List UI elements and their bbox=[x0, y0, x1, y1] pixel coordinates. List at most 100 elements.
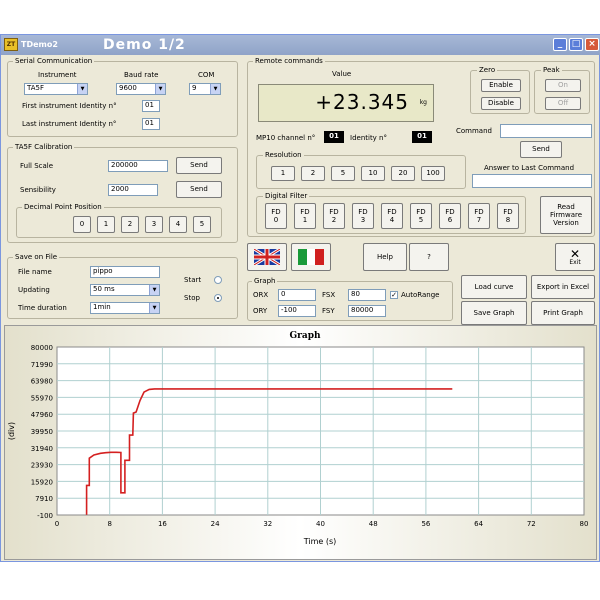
baud-rate-label: Baud rate bbox=[124, 71, 159, 79]
sensibility-input[interactable]: 2000 bbox=[108, 184, 158, 196]
close-button[interactable]: × bbox=[585, 38, 599, 51]
filter-button-fd8[interactable]: FD 8 bbox=[497, 203, 519, 229]
mp10-channel-value: 01 bbox=[324, 131, 344, 143]
x-tick-label: 24 bbox=[211, 520, 220, 528]
resolution-button-2[interactable]: 2 bbox=[301, 166, 325, 181]
remote-commands-group: Remote commands Value +23.345 kg MP10 ch… bbox=[247, 57, 595, 237]
load-curve-button[interactable]: Load curve bbox=[461, 275, 527, 299]
fsx-input[interactable]: 80 bbox=[348, 289, 386, 301]
orx-input[interactable]: 0 bbox=[278, 289, 316, 301]
filter-button-fd4[interactable]: FD 4 bbox=[381, 203, 403, 229]
decimal-point-button-3[interactable]: 3 bbox=[145, 216, 163, 233]
resolution-button-1[interactable]: 1 bbox=[271, 166, 295, 181]
peak-group: Peak On Off bbox=[534, 66, 590, 114]
autorange-label: AutoRange bbox=[401, 291, 440, 299]
stop-label: Stop bbox=[184, 294, 200, 302]
graph-settings-label: Graph bbox=[252, 277, 278, 285]
first-id-input[interactable]: 01 bbox=[142, 100, 160, 112]
ory-input[interactable]: -100 bbox=[278, 305, 316, 317]
y-tick-label: 63980 bbox=[31, 378, 53, 386]
decimal-point-button-0[interactable]: 0 bbox=[73, 216, 91, 233]
filter-button-fd0[interactable]: FD 0 bbox=[265, 203, 287, 229]
resolution-button-20[interactable]: 20 bbox=[391, 166, 415, 181]
zero-group-label: Zero bbox=[477, 66, 498, 74]
start-radio[interactable] bbox=[214, 276, 222, 284]
full-scale-input[interactable]: 200000 bbox=[108, 160, 168, 172]
file-name-input[interactable]: pippo bbox=[90, 266, 160, 278]
decimal-point-button-2[interactable]: 2 bbox=[121, 216, 139, 233]
app-logo-icon: ZT bbox=[4, 38, 18, 51]
exit-icon: ✕ bbox=[569, 246, 581, 261]
duration-select[interactable]: 1min ▼ bbox=[90, 302, 160, 314]
help-button[interactable]: Help bbox=[363, 243, 407, 271]
decimal-point-button-1[interactable]: 1 bbox=[97, 216, 115, 233]
save-graph-button[interactable]: Save Graph bbox=[461, 301, 527, 325]
resolution-button-5[interactable]: 5 bbox=[331, 166, 355, 181]
value-label: Value bbox=[332, 70, 352, 78]
last-id-input[interactable]: 01 bbox=[142, 118, 160, 130]
com-select[interactable]: 9 ▼ bbox=[189, 83, 221, 95]
last-id-label: Last instrument Identity n° bbox=[22, 120, 117, 128]
save-group-label: Save on File bbox=[13, 253, 60, 261]
y-tick-label: 71990 bbox=[31, 361, 53, 369]
resolution-button-10[interactable]: 10 bbox=[361, 166, 385, 181]
print-graph-button[interactable]: Print Graph bbox=[531, 301, 595, 325]
read-firmware-button[interactable]: Read Firmware Version bbox=[540, 196, 592, 234]
y-tick-label: 31940 bbox=[31, 445, 53, 453]
window-title: Demo 1/2 bbox=[103, 37, 186, 53]
sensibility-label: Sensibility bbox=[20, 186, 56, 194]
calibration-group: TA5F Calibration Full Scale 200000 Send … bbox=[7, 143, 238, 243]
duration-label: Time duration bbox=[18, 304, 67, 312]
filter-button-fd7[interactable]: FD 7 bbox=[468, 203, 490, 229]
command-send-button[interactable]: Send bbox=[520, 141, 562, 158]
italian-language-button[interactable] bbox=[291, 243, 331, 271]
exit-button[interactable]: ✕ Exit bbox=[555, 243, 595, 271]
decimal-point-button-5[interactable]: 5 bbox=[193, 216, 211, 233]
zero-disable-button[interactable]: Disable bbox=[481, 97, 521, 110]
ory-label: ORY bbox=[253, 307, 268, 315]
updating-select[interactable]: 50 ms ▼ bbox=[90, 284, 160, 296]
zero-group: Zero Enable Disable bbox=[470, 66, 530, 114]
question-button[interactable]: ? bbox=[409, 243, 449, 271]
title-bar[interactable]: ZT TDemo2 Demo 1/2 _ □ × bbox=[1, 35, 600, 55]
x-tick-label: 56 bbox=[421, 520, 430, 528]
instrument-select[interactable]: TA5F ▼ bbox=[24, 83, 88, 95]
command-input[interactable] bbox=[500, 124, 592, 138]
fsy-input[interactable]: 80000 bbox=[348, 305, 386, 317]
serial-communication-group: Serial Communication Instrument Baud rat… bbox=[7, 57, 238, 137]
y-tick-label: 80000 bbox=[31, 344, 53, 352]
full-scale-send-button[interactable]: Send bbox=[176, 157, 222, 174]
peak-off-button[interactable]: Off bbox=[545, 97, 581, 110]
zero-enable-button[interactable]: Enable bbox=[481, 79, 521, 92]
com-label: COM bbox=[198, 71, 215, 79]
stop-radio[interactable] bbox=[214, 294, 222, 302]
chevron-down-icon: ▼ bbox=[77, 84, 87, 94]
peak-group-label: Peak bbox=[541, 66, 562, 74]
baud-rate-select[interactable]: 9600 ▼ bbox=[116, 83, 166, 95]
filter-button-fd3[interactable]: FD 3 bbox=[352, 203, 374, 229]
autorange-checkbox[interactable]: ✓ bbox=[390, 291, 398, 299]
sensibility-send-button[interactable]: Send bbox=[176, 181, 222, 198]
x-axis-label: Time (s) bbox=[303, 537, 337, 546]
export-excel-button[interactable]: Export in Excel bbox=[531, 275, 595, 299]
identity-value: 01 bbox=[412, 131, 432, 143]
filter-button-fd6[interactable]: FD 6 bbox=[439, 203, 461, 229]
peak-on-button[interactable]: On bbox=[545, 79, 581, 92]
filter-button-fd2[interactable]: FD 2 bbox=[323, 203, 345, 229]
maximize-button[interactable]: □ bbox=[569, 38, 583, 51]
uk-flag-icon bbox=[254, 249, 280, 265]
fsy-label: FSY bbox=[322, 307, 335, 315]
y-tick-label: 7910 bbox=[35, 495, 53, 503]
resolution-button-100[interactable]: 100 bbox=[421, 166, 445, 181]
minimize-button[interactable]: _ bbox=[553, 38, 567, 51]
english-language-button[interactable] bbox=[247, 243, 287, 271]
chart-title: Graph bbox=[289, 331, 321, 341]
updating-label: Updating bbox=[18, 286, 50, 294]
decimal-point-button-4[interactable]: 4 bbox=[169, 216, 187, 233]
filter-button-fd1[interactable]: FD 1 bbox=[294, 203, 316, 229]
filter-button-fd5[interactable]: FD 5 bbox=[410, 203, 432, 229]
digital-filter-group-label: Digital Filter bbox=[263, 192, 310, 200]
command-label: Command bbox=[456, 127, 492, 135]
graph-settings-group: Graph ORX 0 FSX 80 ✓ AutoRange ORY -100 … bbox=[247, 277, 453, 321]
resolution-group: Resolution 1 2 5 10 20 100 bbox=[256, 151, 466, 189]
